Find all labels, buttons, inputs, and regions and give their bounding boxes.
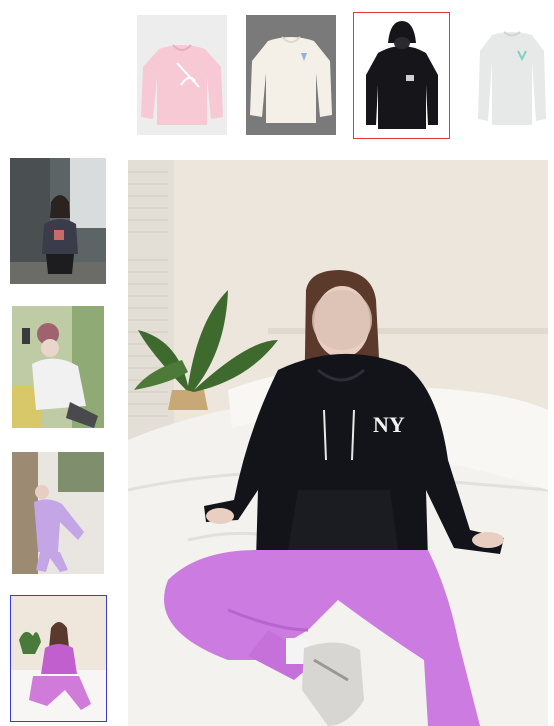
color-swatch-ivory[interactable]: [246, 15, 336, 135]
model-street-photo: [12, 452, 104, 574]
pink-sweatshirt-image: [137, 15, 227, 135]
ivory-sweatshirt-image: [246, 15, 336, 135]
black-hoodie-image: [354, 13, 449, 138]
model-selfie-photo: [12, 306, 104, 428]
color-swatch-pink[interactable]: [137, 15, 227, 135]
thumbnail-4[interactable]: [10, 595, 107, 722]
main-product-image: NY: [128, 160, 548, 726]
ny-logo-text: NY: [373, 412, 405, 437]
thumbnail-1[interactable]: [10, 158, 106, 284]
model-black-hoodie-photo: NY: [128, 160, 548, 726]
thumbnail-2[interactable]: [12, 306, 104, 428]
thumbnail-3[interactable]: [12, 452, 104, 574]
ny-logo: NY: [373, 412, 405, 437]
color-swatch-light-gray[interactable]: [470, 15, 554, 135]
gray-longsleeve-image: [470, 15, 554, 135]
color-swatch-black[interactable]: [353, 12, 450, 139]
model-outdoor-photo: [10, 158, 106, 284]
model-bed-photo: [11, 596, 106, 721]
